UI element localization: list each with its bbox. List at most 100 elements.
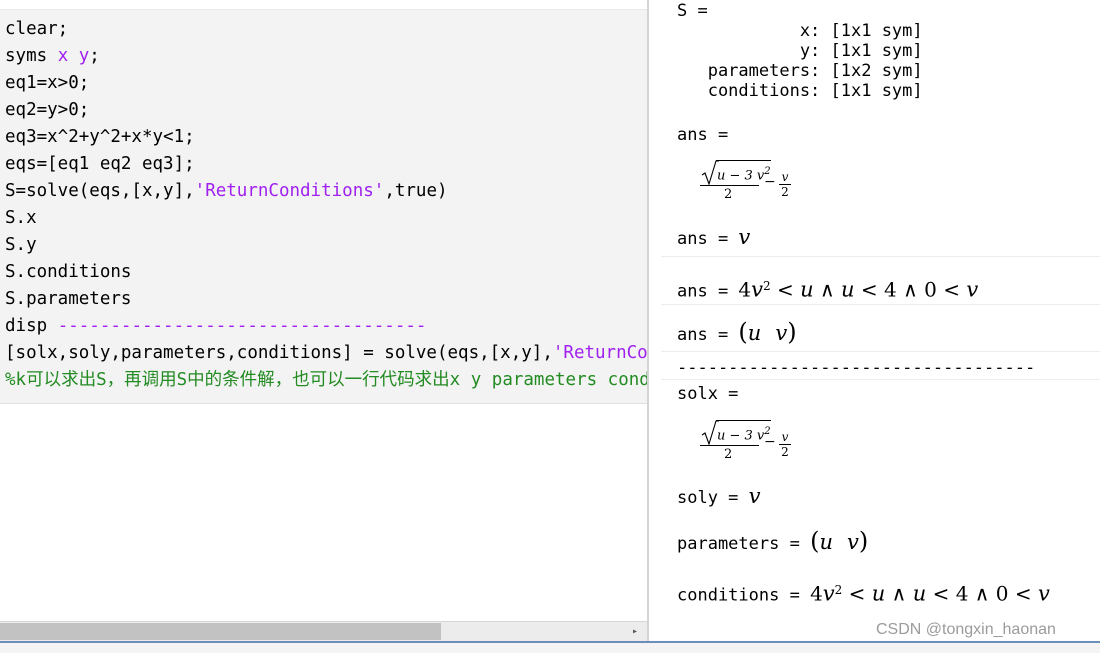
- frac-denominator: 2: [724, 447, 733, 462]
- code-line[interactable]: disp -----------------------------------: [5, 313, 426, 340]
- code-line[interactable]: eq1=x>0;: [5, 70, 89, 97]
- ans-parameters-line: ans = (u v): [677, 320, 797, 345]
- code-text: S.parameters: [5, 289, 132, 309]
- cond-v2: v: [1037, 581, 1050, 606]
- param-u: u: [747, 321, 762, 345]
- code-text: eq3=x^2+y^2+x*y<1;: [5, 127, 195, 147]
- ans-v: v: [738, 225, 751, 249]
- minus-sign: −: [764, 174, 776, 190]
- code-comment: %k可以求出S，再调用S中的条件解，也可以一行代码求出x y parameter…: [5, 370, 647, 390]
- cond-four: 4: [738, 277, 752, 302]
- code-line[interactable]: S=solve(eqs,[x,y],'ReturnConditions',tru…: [5, 178, 448, 205]
- code-line[interactable]: eq3=x^2+y^2+x*y<1;: [5, 124, 195, 151]
- frac-denominator: 2: [724, 187, 733, 202]
- cond-u2: u: [912, 581, 927, 606]
- code-line[interactable]: S.parameters: [5, 286, 131, 313]
- s-field-y: y: [1x1 sym]: [677, 41, 923, 61]
- v-numerator: v: [781, 430, 789, 444]
- paren-close: ): [787, 318, 797, 346]
- watermark: CSDN @tongxin_haonan: [876, 621, 1056, 638]
- cond-less-than: <: [842, 581, 872, 606]
- soly-line: soly = v: [677, 484, 761, 509]
- code-line[interactable]: %k可以求出S，再调用S中的条件解，也可以一行代码求出x y parameter…: [5, 367, 647, 394]
- code-token-kw: x y: [57, 46, 90, 66]
- cond-four: 4: [810, 581, 823, 606]
- soly-v: v: [748, 484, 761, 508]
- code-text: S.y: [5, 235, 37, 255]
- code-token-str: -----------------------------------: [57, 316, 427, 336]
- code-text: [solx,soly,parameters,conditions] = solv…: [5, 343, 553, 363]
- s-field-conditions: conditions: [1x1 sym]: [677, 81, 923, 101]
- v-denominator: 2: [781, 445, 789, 459]
- ans-x-expression: u − 3 v2 2 − v 2: [700, 158, 850, 206]
- ans-prefix: ans =: [677, 325, 739, 345]
- conditions-prefix: conditions =: [677, 585, 811, 606]
- soly-prefix: soly =: [677, 488, 749, 508]
- scroll-right-arrow-icon[interactable]: ▸: [626, 624, 644, 640]
- code-text: S.conditions: [5, 262, 132, 282]
- code-token-str: 'ReturnConditions': [194, 181, 385, 201]
- code-text: eq1=x>0;: [5, 73, 90, 93]
- parameters-prefix: parameters =: [677, 534, 811, 554]
- cond-u2: u: [841, 277, 855, 302]
- cond-squared: 2: [763, 279, 771, 293]
- paren-close: ): [858, 527, 869, 555]
- disp-dash-line: -----------------------------------: [677, 358, 1036, 378]
- sqrt-radicand: u − 3 v: [717, 168, 765, 184]
- s-field-parameters: parameters: [1x2 sym]: [677, 61, 923, 81]
- ans-prefix: ans =: [677, 229, 739, 249]
- ans-y-line: ans = v: [677, 225, 751, 250]
- ans-prefix: ans =: [677, 281, 739, 302]
- code-area[interactable]: clear; syms x y; eq1=x>0; eq2=y>0; eq3=x^2+y…: [0, 10, 647, 404]
- code-editor[interactable]: clear; syms x y; eq1=x>0; eq2=y>0; eq3=x^2+y…: [0, 0, 647, 651]
- code-text: ;: [89, 46, 100, 66]
- s-field-x: x: [1x1 sym]: [677, 21, 923, 41]
- param-v: v: [775, 321, 788, 345]
- code-text: eqs=[eq1 eq2 eq3];: [5, 154, 195, 174]
- cond-v: v: [751, 277, 764, 302]
- cond-less-than: <: [770, 277, 801, 302]
- code-text: S=solve(eqs,[x,y],: [5, 181, 195, 201]
- status-strip: [0, 641, 1100, 653]
- code-text: S.x: [5, 208, 37, 228]
- s-header: S =: [677, 1, 708, 21]
- command-window-output: S = x: [1x1 sym] y: [1x1 sym] parameters…: [649, 0, 1100, 641]
- sqrt-radicand: u − 3 v: [717, 428, 765, 444]
- code-line[interactable]: S.conditions: [5, 259, 131, 286]
- ans-label-x: ans =: [677, 125, 729, 145]
- code-text: clear;: [5, 19, 69, 39]
- minus-sign: −: [764, 434, 776, 450]
- param-v: v: [846, 530, 859, 554]
- code-line[interactable]: [solx,soly,parameters,conditions] = solv…: [5, 340, 647, 367]
- cond-u: u: [800, 277, 814, 302]
- code-token-str: 'ReturnCondi: [552, 343, 647, 363]
- code-text: eq2=y>0;: [5, 100, 90, 120]
- code-line[interactable]: eq2=y>0;: [5, 97, 89, 124]
- conditions-line: conditions = 4v2 < u ∧ u < 4 ∧ 0 < v: [677, 580, 1050, 606]
- cond-v: v: [822, 581, 835, 606]
- cond-u: u: [871, 581, 886, 606]
- horizontal-scrollbar[interactable]: ▸: [0, 621, 647, 641]
- output-separator: [661, 304, 1100, 305]
- ans-conditions-line: ans = 4v2 < u ∧ u < 4 ∧ 0 < v: [677, 276, 978, 302]
- editor-tab-strip: [0, 0, 647, 10]
- cond-v2: v: [966, 277, 979, 302]
- cond-and: ∧: [885, 581, 913, 606]
- paren-open: (: [738, 318, 748, 346]
- cond-tail: < 4 ∧ 0 <: [926, 581, 1038, 606]
- code-line[interactable]: syms x y;: [5, 43, 100, 70]
- code-line[interactable]: eqs=[eq1 eq2 eq3];: [5, 151, 195, 178]
- v-numerator: v: [781, 170, 789, 184]
- code-line[interactable]: S.y: [5, 232, 37, 259]
- v-denominator: 2: [781, 185, 789, 199]
- output-separator: [661, 379, 1100, 380]
- code-line[interactable]: S.x: [5, 205, 37, 232]
- scrollbar-thumb[interactable]: [0, 623, 441, 640]
- code-text: disp: [5, 316, 58, 336]
- code-text: syms: [5, 46, 58, 66]
- solx-expression: u − 3 v2 2 − v 2: [700, 418, 850, 466]
- solx-label: solx =: [677, 384, 739, 404]
- code-line[interactable]: clear;: [5, 16, 68, 43]
- cond-and: ∧: [813, 277, 842, 302]
- code-text: ,true): [384, 181, 448, 201]
